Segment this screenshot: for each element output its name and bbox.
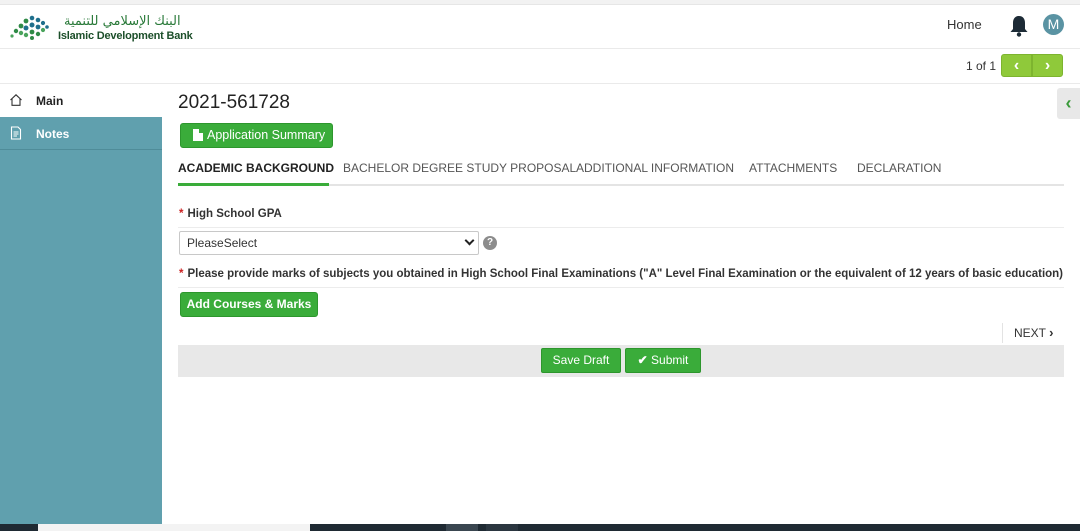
user-avatar[interactable]: M [1043, 14, 1064, 35]
help-icon[interactable]: ? [483, 236, 497, 250]
tab-bachelor-degree-study-proposal[interactable]: BACHELOR DEGREE STUDY PROPOSAL [343, 161, 576, 175]
home-link[interactable]: Home [947, 17, 982, 32]
form-action-bar [178, 345, 1064, 377]
save-draft-button[interactable]: Save Draft [541, 348, 621, 373]
prev-page-button[interactable]: ‹ [1001, 54, 1032, 77]
os-taskbar [0, 524, 1080, 531]
required-marker: * [179, 268, 184, 280]
application-summary-button[interactable]: Application Summary [180, 123, 333, 148]
pager-bar: 1 of 1 ‹ › [0, 49, 1080, 84]
gpa-select-value: PleaseSelect [187, 236, 258, 250]
application-summary-label: Application Summary [207, 128, 326, 142]
pager-count: 1 of 1 [966, 59, 997, 73]
marks-label-text: Please provide marks of subjects you obt… [187, 268, 1064, 280]
tab-attachments[interactable]: ATTACHMENTS [749, 161, 837, 175]
submit-button[interactable]: ✔ Submit [625, 348, 701, 373]
add-courses-button[interactable]: Add Courses & Marks [180, 292, 318, 317]
next-label: NEXT [1014, 326, 1046, 340]
gpa-select[interactable]: PleaseSelect [179, 231, 479, 255]
bell-icon[interactable] [1009, 15, 1029, 37]
gpa-label-text: High School GPA [187, 208, 282, 220]
app-header: البنك الإسلامي للتنمية Islamic Developme… [0, 5, 1080, 49]
required-marker: * [179, 208, 184, 220]
application-id: 2021-561728 [178, 92, 290, 113]
taskbar-search-box[interactable] [38, 524, 310, 531]
form-tabs: ACADEMIC BACKGROUND BACHELOR DEGREE STUD… [178, 152, 1064, 186]
check-icon: ✔ [637, 353, 648, 367]
next-step-link[interactable]: NEXT › [1002, 323, 1053, 343]
logo-english-text: Islamic Development Bank [58, 30, 193, 42]
next-page-button[interactable]: › [1032, 54, 1063, 77]
taskbar-app-icon[interactable] [486, 524, 518, 531]
sidebar: Main Notes [0, 84, 162, 524]
globe-logo-icon [10, 15, 49, 40]
logo-arabic-text: البنك الإسلامي للتنمية [64, 14, 181, 29]
divider [178, 287, 1064, 288]
submit-label: Submit [651, 353, 689, 367]
document-icon [10, 126, 22, 140]
sidebar-item-label: Main [36, 94, 64, 108]
chevron-right-icon: › [1049, 325, 1054, 340]
file-icon [193, 129, 203, 141]
home-icon [10, 94, 22, 106]
tab-additional-information[interactable]: ADDITIONAL INFORMATION [576, 161, 734, 175]
chevron-left-icon: ‹ [1013, 57, 1020, 74]
sidebar-item-label: Notes [36, 127, 70, 141]
taskbar-app-icon[interactable] [446, 524, 478, 531]
marks-label: * Please provide marks of subjects you ob… [179, 268, 1063, 280]
sidebar-item-main[interactable]: Main [0, 84, 162, 117]
isdb-logo[interactable]: البنك الإسلامي للتنمية Islamic Developme… [8, 10, 193, 44]
divider [178, 227, 1064, 228]
chevron-left-icon: ‹ [1065, 93, 1072, 113]
sidebar-item-notes[interactable]: Notes [0, 117, 162, 150]
chevron-down-icon [464, 235, 475, 246]
gpa-label: * High School GPA [179, 208, 282, 220]
active-tab-indicator [178, 183, 329, 186]
tab-declaration[interactable]: DECLARATION [857, 161, 941, 175]
tab-academic-background[interactable]: ACADEMIC BACKGROUND [178, 161, 334, 175]
chevron-right-icon: › [1044, 57, 1051, 74]
collapse-panel-button[interactable]: ‹ [1057, 88, 1080, 119]
